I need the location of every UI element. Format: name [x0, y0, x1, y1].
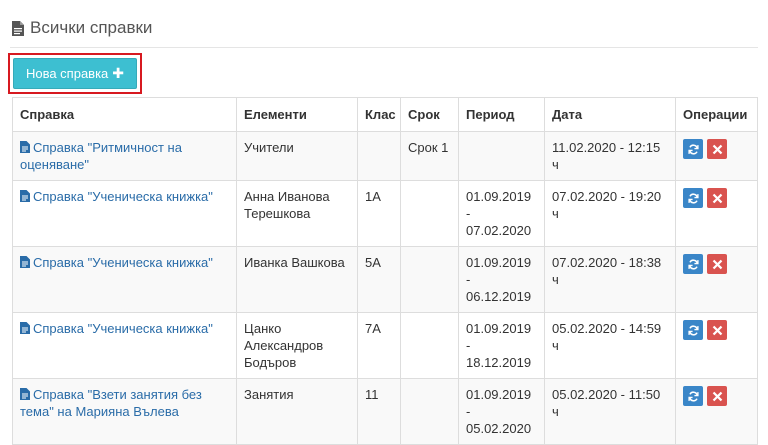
file-icon — [20, 256, 30, 268]
delete-button[interactable] — [707, 139, 727, 159]
report-link[interactable]: Справка "Ученическа книжка" — [20, 189, 213, 204]
table-row: Справка "Ученическа книжка" Цанко Алекса… — [12, 312, 758, 379]
cell-operations — [675, 312, 758, 379]
report-name: Справка "Ученическа книжка" — [33, 189, 213, 204]
document-icon — [12, 20, 24, 36]
header-period: Период — [458, 97, 545, 132]
cell-operations — [675, 246, 758, 313]
report-link[interactable]: Справка "Ученическа книжка" — [20, 255, 213, 270]
cell-date: 07.02.2020 - 19:20 ч — [544, 180, 676, 247]
cell-period — [458, 131, 545, 181]
cell-class: 7А — [357, 312, 401, 379]
header-date: Дата — [544, 97, 676, 132]
close-icon — [712, 144, 722, 154]
close-icon — [712, 325, 722, 335]
table-row: Справка "Ритмичност на оценяване" Учител… — [12, 131, 758, 181]
cell-date: 05.02.2020 - 11:50 ч — [544, 378, 676, 445]
cell-report: Справка "Ритмичност на оценяване" — [12, 131, 237, 181]
delete-button[interactable] — [707, 320, 727, 340]
report-name: Справка "Взети занятия без тема" на Мари… — [20, 387, 202, 419]
cell-date: 07.02.2020 - 18:38 ч — [544, 246, 676, 313]
cell-elements: Иванка Вашкова — [236, 246, 358, 313]
table-row: Справка "Ученическа книжка" Анна Иванова… — [12, 180, 758, 247]
cell-class — [357, 131, 401, 181]
refresh-button[interactable] — [683, 139, 703, 159]
cell-term — [400, 246, 459, 313]
table-row: Справка "Ученическа книжка" Иванка Вашко… — [12, 246, 758, 313]
cell-elements: Цанко Александров Бодъров — [236, 312, 358, 379]
refresh-button[interactable] — [683, 320, 703, 340]
new-report-highlight: Нова справка ✚ — [8, 53, 142, 94]
report-link[interactable]: Справка "Ритмичност на оценяване" — [20, 140, 182, 172]
cell-term — [400, 312, 459, 379]
cell-term: Срок 1 — [400, 131, 459, 181]
page-header: Всички справки — [12, 18, 152, 38]
refresh-icon — [687, 143, 699, 155]
report-name: Справка "Ритмичност на оценяване" — [20, 140, 182, 172]
cell-operations — [675, 378, 758, 445]
report-name: Справка "Ученическа книжка" — [33, 255, 213, 270]
cell-report: Справка "Ученическа книжка" — [12, 180, 237, 247]
delete-button[interactable] — [707, 386, 727, 406]
delete-button[interactable] — [707, 254, 727, 274]
plus-icon: ✚ — [112, 65, 125, 81]
report-link[interactable]: Справка "Ученическа книжка" — [20, 321, 213, 336]
header-elements: Елементи — [236, 97, 358, 132]
header-operations: Операции — [675, 97, 758, 132]
cell-elements: Анна Иванова Терешкова — [236, 180, 358, 247]
file-icon — [20, 388, 30, 400]
cell-report: Справка "Ученическа книжка" — [12, 246, 237, 313]
cell-elements: Учители — [236, 131, 358, 181]
close-icon — [712, 193, 722, 203]
header-class: Клас — [357, 97, 401, 132]
cell-period: 01.09.2019 - 18.12.2019 — [458, 312, 545, 379]
cell-period: 01.09.2019 - 05.02.2020 — [458, 378, 545, 445]
cell-operations — [675, 180, 758, 247]
page-title: Всички справки — [30, 18, 153, 37]
close-icon — [712, 259, 722, 269]
cell-class: 11 — [357, 378, 401, 445]
header-term: Срок — [400, 97, 459, 132]
header-report: Справка — [12, 97, 237, 132]
refresh-button[interactable] — [683, 386, 703, 406]
cell-report: Справка "Взети занятия без тема" на Мари… — [12, 378, 237, 445]
cell-operations — [675, 131, 758, 181]
cell-class: 5А — [357, 246, 401, 313]
refresh-icon — [687, 192, 699, 204]
cell-term — [400, 378, 459, 445]
divider — [10, 47, 758, 48]
file-icon — [20, 141, 30, 153]
refresh-button[interactable] — [683, 188, 703, 208]
refresh-icon — [687, 390, 699, 402]
refresh-button[interactable] — [683, 254, 703, 274]
refresh-icon — [687, 258, 699, 270]
delete-button[interactable] — [707, 188, 727, 208]
cell-class: 1А — [357, 180, 401, 247]
table-row: Справка "Взети занятия без тема" на Мари… — [12, 378, 758, 445]
cell-date: 11.02.2020 - 12:15 ч — [544, 131, 676, 181]
table-header-row: Справка Елементи Клас Срок Период Дата О… — [12, 97, 758, 132]
cell-period: 01.09.2019 - 06.12.2019 — [458, 246, 545, 313]
report-link[interactable]: Справка "Взети занятия без тема" на Мари… — [20, 387, 202, 419]
cell-date: 05.02.2020 - 14:59 ч — [544, 312, 676, 379]
cell-period: 01.09.2019 - 07.02.2020 — [458, 180, 545, 247]
report-name: Справка "Ученическа книжка" — [33, 321, 213, 336]
new-report-button[interactable]: Нова справка ✚ — [13, 58, 137, 89]
reports-table: Справка Елементи Клас Срок Период Дата О… — [12, 97, 758, 445]
file-icon — [20, 190, 30, 202]
refresh-icon — [687, 324, 699, 336]
file-icon — [20, 322, 30, 334]
new-report-label: Нова справка — [25, 66, 109, 81]
cell-term — [400, 180, 459, 247]
cell-elements: Занятия — [236, 378, 358, 445]
close-icon — [712, 391, 722, 401]
cell-report: Справка "Ученическа книжка" — [12, 312, 237, 379]
